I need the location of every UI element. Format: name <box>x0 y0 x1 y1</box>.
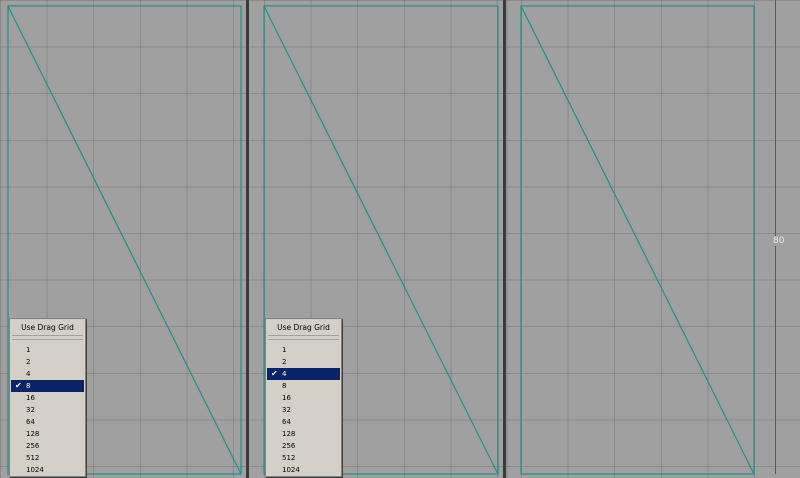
grid-size-option-1024[interactable]: 1024 <box>11 464 84 476</box>
grid-size-label: 4 <box>282 370 287 378</box>
grid-size-label: 256 <box>282 442 296 450</box>
grid-size-label: 64 <box>26 418 35 426</box>
grid-size-option-8[interactable]: ✔ 8 <box>11 380 84 392</box>
grid-size-option-256[interactable]: 256 <box>11 440 84 452</box>
editor-viewports: Use Drag Grid 1 2 4 ✔ 8 16 32 64 128 256 … <box>0 0 800 478</box>
grid-size-option-16[interactable]: 16 <box>267 392 340 404</box>
grid-size-label: 2 <box>282 358 287 366</box>
grid-size-label: 4 <box>26 370 31 378</box>
use-drag-grid-option[interactable]: Use Drag Grid <box>12 320 83 336</box>
drag-grid-menu: Use Drag Grid 1 2 4 ✔ 8 16 32 64 128 256 … <box>9 318 86 477</box>
grid-size-label: 32 <box>26 406 35 414</box>
grid-size-option-32[interactable]: 32 <box>11 404 84 416</box>
diagonal-line[interactable] <box>520 5 755 475</box>
viewport-middle[interactable]: Use Drag Grid 1 2 ✔ 4 8 16 32 64 128 256 … <box>249 0 503 478</box>
grid-size-label: 1024 <box>282 466 300 474</box>
grid-size-option-128[interactable]: 128 <box>267 428 340 440</box>
grid-size-label: 1 <box>282 346 287 354</box>
grid-size-option-256[interactable]: 256 <box>267 440 340 452</box>
grid-size-option-1[interactable]: 1 <box>11 344 84 356</box>
grid-size-option-2[interactable]: 2 <box>11 356 84 368</box>
drag-grid-menu: Use Drag Grid 1 2 ✔ 4 8 16 32 64 128 256 … <box>265 318 342 477</box>
grid-size-option-128[interactable]: 128 <box>11 428 84 440</box>
check-icon: ✔ <box>271 369 278 378</box>
grid-size-label: 16 <box>26 394 35 402</box>
check-icon: ✔ <box>15 381 22 390</box>
viewport-right-canvas <box>520 5 755 475</box>
grid-size-option-64[interactable]: 64 <box>267 416 340 428</box>
grid-size-label: 1 <box>26 346 31 354</box>
grid-size-label: 128 <box>282 430 296 438</box>
grid-size-label: 512 <box>282 454 296 462</box>
grid-size-option-4[interactable]: ✔ 4 <box>267 368 340 380</box>
grid-size-option-1[interactable]: 1 <box>267 344 340 356</box>
grid-size-option-512[interactable]: 512 <box>267 452 340 464</box>
grid-size-option-16[interactable]: 16 <box>11 392 84 404</box>
grid-size-label: 64 <box>282 418 291 426</box>
grid-size-label: 8 <box>282 382 287 390</box>
grid-size-option-2[interactable]: 2 <box>267 356 340 368</box>
grid-size-option-512[interactable]: 512 <box>11 452 84 464</box>
grid-size-option-64[interactable]: 64 <box>11 416 84 428</box>
use-drag-grid-option[interactable]: Use Drag Grid <box>268 320 339 336</box>
grid-size-option-4[interactable]: 4 <box>11 368 84 380</box>
grid-size-label: 16 <box>282 394 291 402</box>
viewport-left[interactable]: Use Drag Grid 1 2 4 ✔ 8 16 32 64 128 256 … <box>0 0 246 478</box>
menu-separator <box>12 339 83 340</box>
grid-size-label: 128 <box>26 430 40 438</box>
grid-size-option-32[interactable]: 32 <box>267 404 340 416</box>
grid-size-option-1024[interactable]: 1024 <box>267 464 340 476</box>
grid-size-label: 32 <box>282 406 291 414</box>
viewport-right[interactable]: 80 <box>506 0 800 478</box>
grid-size-label: 1024 <box>26 466 44 474</box>
menu-separator <box>268 339 339 340</box>
grid-size-label: 2 <box>26 358 31 366</box>
grid-size-label: 512 <box>26 454 40 462</box>
marker-label: 80 <box>772 236 786 246</box>
grid-size-label: 256 <box>26 442 40 450</box>
grid-size-option-8[interactable]: 8 <box>267 380 340 392</box>
grid-size-label: 8 <box>26 382 31 390</box>
